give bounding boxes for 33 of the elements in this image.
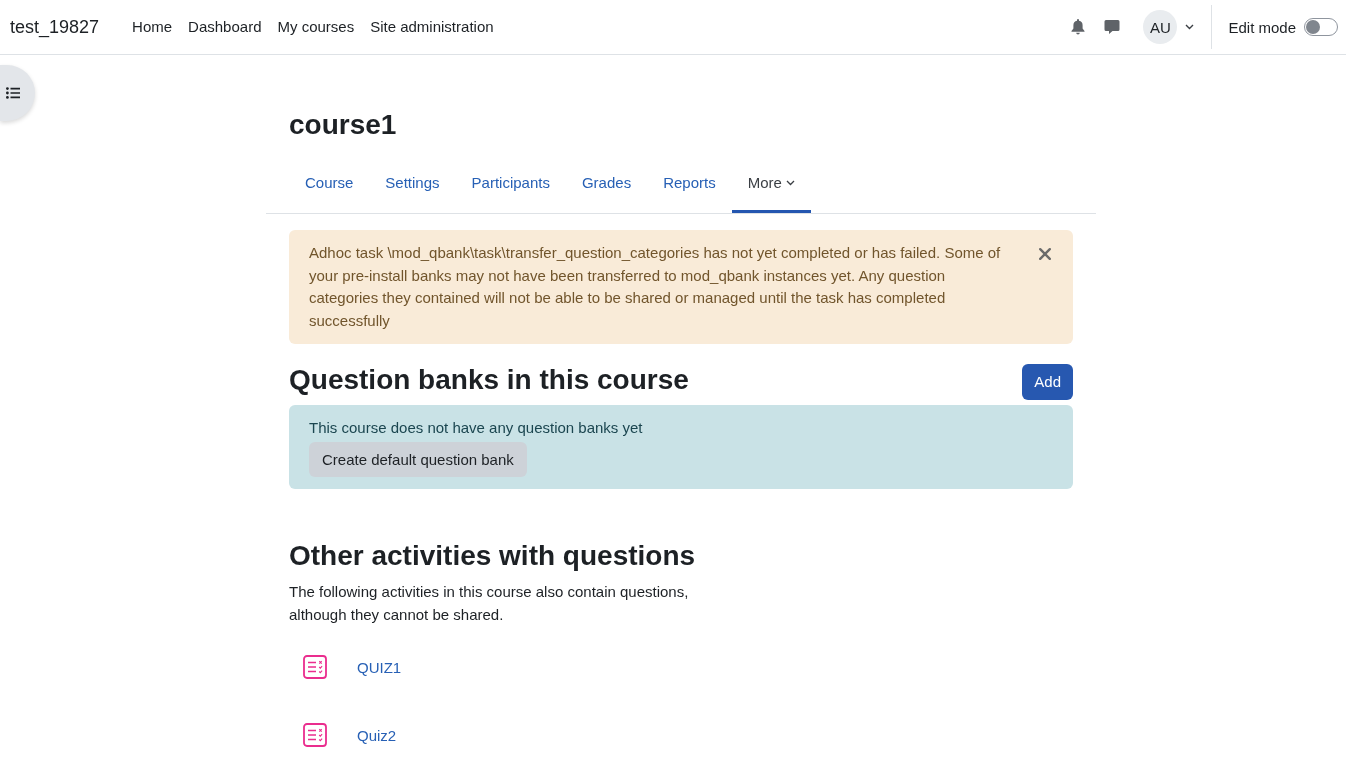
section-heading: Other activities with questions xyxy=(289,538,697,573)
page-title: course1 xyxy=(289,108,398,142)
tab[interactable]: Settings xyxy=(369,161,456,213)
close-icon[interactable] xyxy=(1039,248,1051,260)
section-heading: Question banks in this course xyxy=(289,363,689,397)
drawer-toggle-button[interactable] xyxy=(0,65,35,121)
activity-link[interactable]: Quiz2 xyxy=(357,726,397,744)
edit-mode-label: Edit mode xyxy=(1228,18,1296,36)
create-bank-button[interactable]: Create default question bank xyxy=(309,441,527,477)
info-message: This course does not have any question banks yet xyxy=(309,418,644,438)
section-description: The following activities in this course also contain questions, although they cannot be shared. xyxy=(289,581,690,625)
bell-icon[interactable] xyxy=(1071,19,1086,35)
tab[interactable]: Course xyxy=(289,161,370,213)
tab[interactable]: More xyxy=(731,161,811,213)
tab[interactable]: Grades xyxy=(565,161,648,213)
chat-icon[interactable] xyxy=(1104,19,1121,35)
nav-link[interactable]: Site administration xyxy=(362,9,502,45)
add-button[interactable]: Add xyxy=(1022,364,1073,400)
caret-icon xyxy=(785,180,795,186)
nav-link[interactable]: My courses xyxy=(269,9,363,45)
user-avatar[interactable]: AU xyxy=(1143,10,1178,44)
caret-icon[interactable] xyxy=(1185,24,1195,30)
nav-link[interactable]: Home xyxy=(124,9,181,45)
list-icon xyxy=(6,87,20,99)
nav-link[interactable]: Dashboard xyxy=(180,9,270,45)
activity-link[interactable]: QUIZ1 xyxy=(357,658,402,676)
warning-message: Adhoc task \mod_qbank\task\transfer_question_categories has not yet completed or has failed. Some of your pre-install banks may not have been transferred to mod_qbank instances yet. Any question categories they contained will not be able to be shared or managed until the task has completed successfully xyxy=(309,243,1002,331)
checklist-icon xyxy=(303,655,327,679)
tab[interactable]: Reports xyxy=(647,161,732,213)
toggle-switch[interactable] xyxy=(1304,18,1338,36)
checklist-icon xyxy=(303,723,327,747)
site-name[interactable]: test_19827 xyxy=(10,16,100,38)
tab[interactable]: Participants xyxy=(455,161,566,213)
